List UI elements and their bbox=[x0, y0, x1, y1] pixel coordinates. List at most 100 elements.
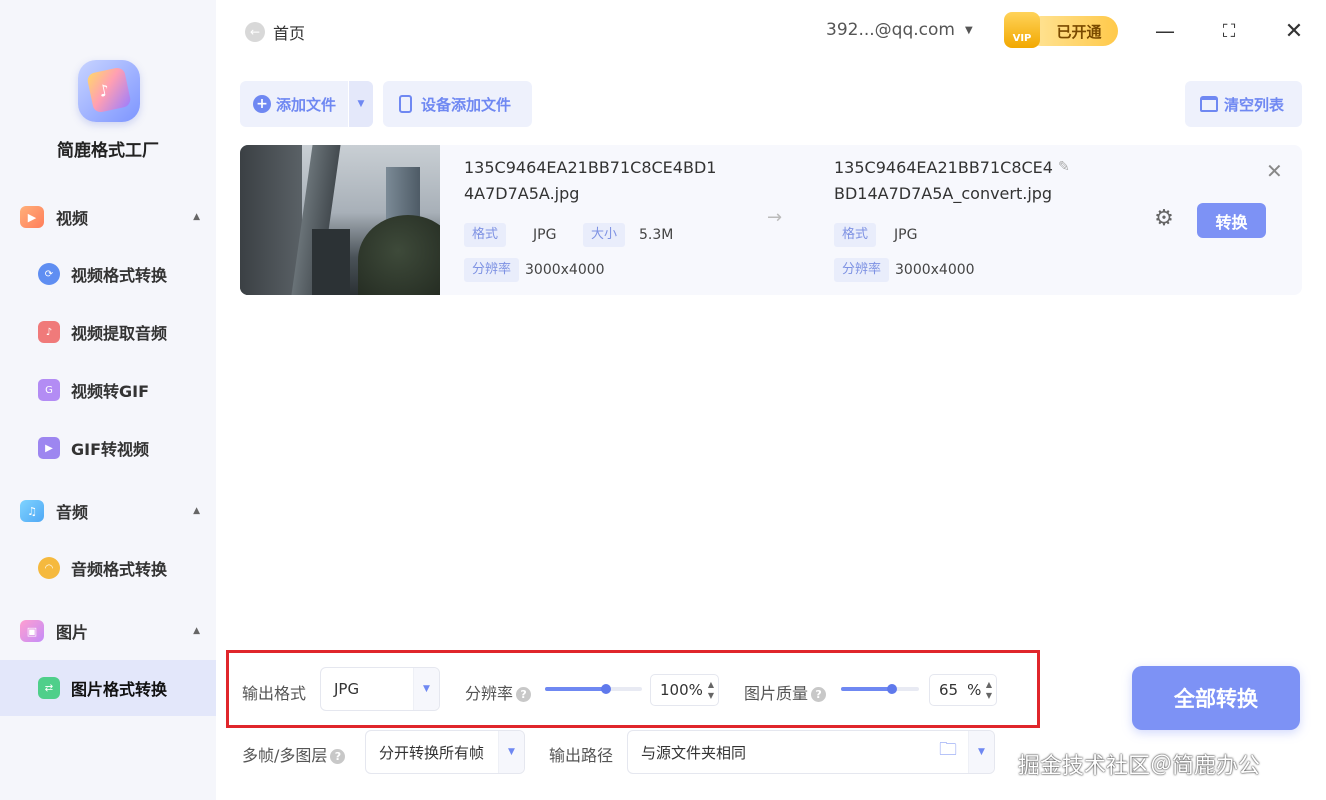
stepper-icon[interactable]: ▲ ▼ bbox=[986, 679, 992, 701]
format-tag: 格式 bbox=[464, 223, 507, 247]
gear-icon[interactable]: ⚙ bbox=[1152, 207, 1176, 231]
resolution-tag: 分辨率 bbox=[464, 258, 520, 282]
sidebar-item-label: 视频提取音频 bbox=[71, 324, 168, 343]
sidebar-item-video-format-convert[interactable]: ⟳ 视频格式转换 bbox=[0, 246, 216, 302]
app-name: 简鹿格式工厂 bbox=[57, 141, 159, 161]
app-logo bbox=[78, 60, 140, 122]
plus-icon: + bbox=[253, 95, 271, 113]
multiframe-label-text: 多帧/多图层 bbox=[242, 746, 328, 765]
help-icon[interactable]: ? bbox=[516, 687, 532, 702]
target-file-name-line: 135C9464EA21BB71C8CE4 bbox=[834, 158, 1053, 177]
dropdown-caret-icon: ▼ bbox=[968, 731, 994, 773]
gif-video-icon: ▶ bbox=[38, 437, 60, 459]
collapse-caret-icon[interactable]: ▲ bbox=[193, 626, 200, 636]
resolution-input[interactable]: 100% ▲ ▼ bbox=[650, 674, 719, 706]
sidebar-item-gif-to-video[interactable]: ▶ GIF转视频 bbox=[0, 420, 216, 476]
sidebar-section-image[interactable]: ▣ 图片 ▲ bbox=[20, 616, 200, 646]
source-file-name-line: 4A7D7A5A.jpg bbox=[464, 184, 580, 203]
resolution-tag: 分辨率 bbox=[834, 258, 890, 282]
remove-file-icon[interactable]: ✕ bbox=[1266, 159, 1283, 183]
quality-setting-label: 图片质量? bbox=[744, 680, 827, 704]
watermark: 掘金技术社区＠简鹿办公 bbox=[1018, 754, 1261, 779]
device-add-file-button[interactable]: 设备添加文件 bbox=[383, 81, 532, 127]
dropdown-caret-icon: ▼ bbox=[498, 731, 524, 773]
edit-name-icon[interactable]: ✎ bbox=[1058, 159, 1070, 175]
convert-all-button[interactable]: 全部转换 bbox=[1132, 666, 1300, 730]
output-path-label: 输出路径 bbox=[549, 746, 614, 765]
clear-list-button[interactable]: 清空列表 bbox=[1185, 81, 1302, 127]
sidebar-section-label: 音频 bbox=[56, 503, 89, 522]
back-label: 首页 bbox=[273, 24, 306, 43]
multiframe-select[interactable]: 分开转换所有帧 ▼ bbox=[365, 730, 525, 774]
broom-icon bbox=[1200, 96, 1218, 112]
source-resolution: 3000x4000 bbox=[525, 262, 605, 278]
help-icon[interactable]: ? bbox=[330, 749, 346, 764]
crown-icon: VIP bbox=[1004, 12, 1040, 48]
convert-button[interactable]: 转换 bbox=[1197, 203, 1266, 238]
target-format: JPG bbox=[894, 227, 918, 243]
quality-slider[interactable] bbox=[841, 684, 919, 694]
add-file-label: 添加文件 bbox=[276, 95, 337, 114]
quality-input[interactable]: 65 % ▲ ▼ bbox=[929, 674, 997, 706]
vip-badge[interactable]: VIP 已开通 bbox=[1004, 12, 1118, 48]
sidebar-item-label: 音频格式转换 bbox=[71, 560, 168, 579]
quality-slider-knob[interactable] bbox=[886, 684, 897, 694]
music-icon: ♫ bbox=[20, 500, 44, 522]
sidebar-item-audio-format-convert[interactable]: ◠ 音频格式转换 bbox=[0, 540, 216, 596]
add-file-dropdown[interactable]: ▼ bbox=[348, 81, 373, 127]
resolution-value: 100% bbox=[660, 681, 703, 699]
video-convert-icon: ⟳ bbox=[38, 263, 60, 285]
size-tag: 大小 bbox=[583, 223, 626, 247]
dropdown-caret-icon: ▼ bbox=[413, 668, 439, 710]
phone-icon bbox=[399, 95, 412, 113]
source-size: 5.3M bbox=[639, 227, 674, 243]
sidebar-section-label: 图片 bbox=[56, 623, 89, 642]
source-file-name-line: 135C9464EA21BB71C8CE4BD1 bbox=[464, 158, 717, 177]
collapse-caret-icon[interactable]: ▲ bbox=[193, 212, 200, 222]
sidebar-item-video-to-gif[interactable]: G 视频转GIF bbox=[0, 362, 216, 418]
resolution-setting-label: 分辨率? bbox=[465, 680, 532, 704]
image-convert-icon: ⇄ bbox=[38, 677, 60, 699]
output-format-select[interactable]: JPG ▼ bbox=[320, 667, 440, 711]
resolution-slider[interactable] bbox=[545, 684, 642, 694]
back-arrow-icon: ← bbox=[245, 22, 265, 42]
maximize-button[interactable]: ⛶ bbox=[1216, 18, 1242, 44]
add-file-group: + 添加文件 ▼ bbox=[240, 81, 373, 127]
sidebar-section-label: 视频 bbox=[56, 209, 89, 228]
quality-slider-fill bbox=[841, 687, 892, 691]
sidebar-item-label: GIF转视频 bbox=[71, 440, 150, 459]
dropdown-caret-icon: ▼ bbox=[964, 24, 973, 36]
quality-label-text: 图片质量 bbox=[744, 684, 809, 703]
arrow-right-icon: → bbox=[767, 207, 783, 228]
vip-badge-text: VIP bbox=[1012, 33, 1032, 44]
multiframe-setting-label: 多帧/多图层? bbox=[242, 742, 346, 766]
sidebar-item-label: 视频转GIF bbox=[71, 382, 150, 401]
multiframe-value: 分开转换所有帧 bbox=[379, 743, 485, 762]
minimize-button[interactable]: — bbox=[1152, 18, 1178, 44]
close-window-button[interactable]: ✕ bbox=[1281, 18, 1307, 44]
sidebar-section-video[interactable]: ▶ 视频 ▲ bbox=[20, 202, 200, 232]
quality-unit: % bbox=[967, 681, 982, 699]
stepper-icon[interactable]: ▲ ▼ bbox=[708, 679, 714, 701]
output-path-select[interactable]: 与源文件夹相同 🗀 ▼ bbox=[627, 730, 995, 774]
add-file-button[interactable]: + 添加文件 bbox=[240, 81, 348, 127]
collapse-caret-icon[interactable]: ▲ bbox=[193, 506, 200, 516]
source-file-name: 135C9464EA21BB71C8CE4BD1 4A7D7A5A.jpg bbox=[464, 155, 716, 207]
sidebar-item-image-format-convert[interactable]: ⇄ 图片格式转换 bbox=[0, 660, 216, 716]
resolution-label-text: 分辨率 bbox=[465, 684, 514, 703]
sidebar-item-label: 图片格式转换 bbox=[71, 680, 168, 699]
sidebar-item-video-extract-audio[interactable]: ♪ 视频提取音频 bbox=[0, 304, 216, 360]
sidebar-item-label: 视频格式转换 bbox=[71, 266, 168, 285]
help-icon[interactable]: ? bbox=[811, 687, 827, 702]
account-dropdown[interactable]: 392...@qq.com ▼ bbox=[826, 20, 973, 40]
file-card: 135C9464EA21BB71C8CE4BD1 4A7D7A5A.jpg 格式… bbox=[240, 145, 1302, 295]
sidebar-section-audio[interactable]: ♫ 音频 ▲ bbox=[20, 496, 200, 526]
folder-icon[interactable]: 🗀 bbox=[928, 737, 968, 767]
back-home-button[interactable]: ← 首页 bbox=[245, 20, 305, 44]
image-icon: ▣ bbox=[20, 620, 44, 642]
target-resolution: 3000x4000 bbox=[895, 262, 975, 278]
source-format: JPG bbox=[533, 227, 557, 243]
resolution-slider-fill bbox=[545, 687, 607, 691]
clear-list-label: 清空列表 bbox=[1224, 95, 1285, 114]
target-file-name: 135C9464EA21BB71C8CE4 BD14A7D7A5A_conver… bbox=[834, 155, 1053, 207]
